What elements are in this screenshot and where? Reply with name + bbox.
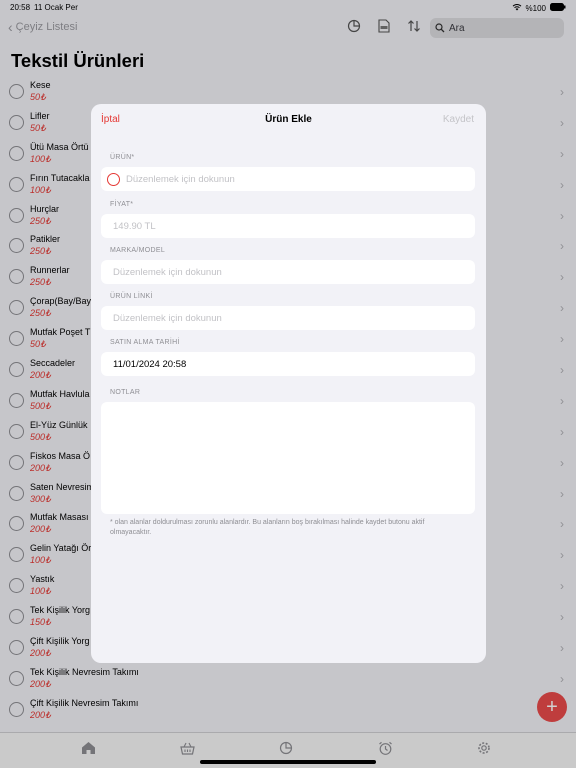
- link-placeholder: Düzenlemek için dokunun: [113, 312, 222, 324]
- link-field[interactable]: Düzenlemek için dokunun: [101, 306, 475, 330]
- notes-textarea[interactable]: [101, 402, 475, 514]
- brand-placeholder: Düzenlemek için dokunun: [113, 266, 222, 278]
- purchase-date-field[interactable]: 11/01/2024 20:58: [101, 352, 475, 376]
- price-label: FİYAT*: [110, 201, 134, 208]
- brand-label: MARKA/MODEL: [110, 247, 166, 254]
- link-label: ÜRÜN LİNKİ: [110, 293, 153, 300]
- purchase-date-value: 11/01/2024 20:58: [113, 358, 187, 370]
- save-button[interactable]: Kaydet: [443, 114, 474, 125]
- modal-header: İptal Ürün Ekle Kaydet: [91, 104, 486, 136]
- required-fields-note: * olan alanlar doldurulması zorunlu alan…: [110, 519, 425, 536]
- required-indicator-icon: [107, 172, 120, 186]
- product-placeholder: Düzenlemek için dokunun: [126, 173, 235, 185]
- date-label: SATIN ALMA TARİHİ: [110, 339, 180, 346]
- price-placeholder: 149.90 TL: [113, 220, 156, 232]
- product-label: ÜRÜN*: [110, 154, 135, 161]
- price-field[interactable]: 149.90 TL: [101, 214, 475, 238]
- product-field[interactable]: Düzenlemek için dokunun: [101, 167, 475, 191]
- modal-title: Ürün Ekle: [265, 114, 312, 125]
- brand-field[interactable]: Düzenlemek için dokunun: [101, 260, 475, 284]
- add-product-modal: İptal Ürün Ekle Kaydet ÜRÜN* Düzenlemek …: [91, 104, 486, 663]
- notes-label: NOTLAR: [110, 389, 141, 396]
